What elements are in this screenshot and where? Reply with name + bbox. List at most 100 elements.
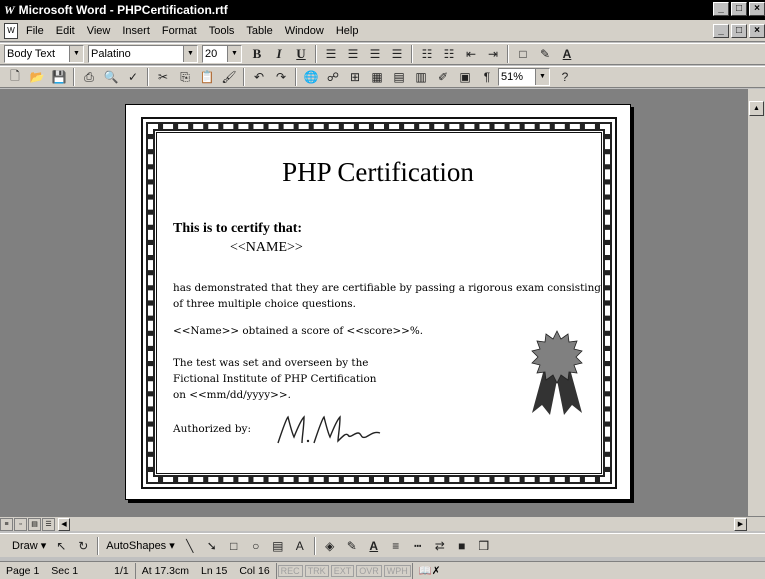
scroll-up-icon[interactable]: ▲	[749, 101, 764, 116]
save-icon[interactable]: 💾	[48, 67, 70, 87]
help-icon[interactable]: ?	[554, 67, 576, 87]
menu-window[interactable]: Window	[279, 25, 330, 37]
doc-close-button[interactable]: ×	[749, 24, 765, 38]
open-icon[interactable]: 📂	[26, 67, 48, 87]
drawing-icon[interactable]: ✐	[432, 67, 454, 87]
print-preview-icon[interactable]: 🔍	[100, 67, 122, 87]
3d-icon[interactable]: ❒	[473, 536, 495, 556]
font-color-icon[interactable]: A	[556, 44, 578, 64]
menu-table[interactable]: Table	[240, 25, 278, 37]
spelling-book-icon[interactable]: 📖✗	[413, 564, 447, 577]
zoom-select[interactable]: 51% ▼	[498, 68, 550, 86]
web-toolbar-icon[interactable]: ☍	[322, 67, 344, 87]
title-bar: W Microsoft Word - PHPCertification.rtf …	[0, 0, 765, 20]
free-rotate-icon[interactable]: ↻	[72, 536, 94, 556]
insert-excel-icon[interactable]: ▤	[388, 67, 410, 87]
arrow-icon[interactable]: ➘	[201, 536, 223, 556]
autoshapes-menu-button[interactable]: AutoShapes ▾	[102, 539, 179, 552]
certificate-title: PHP Certification	[282, 157, 474, 187]
status-rec[interactable]: REC	[277, 564, 303, 577]
document-workspace[interactable]: PHP Certification This is to certify tha…	[0, 89, 747, 516]
decrease-indent-icon[interactable]: ⇤	[460, 44, 482, 64]
status-wph[interactable]: WPH	[383, 564, 411, 577]
bullets-icon[interactable]: ☷	[438, 44, 460, 64]
menu-edit[interactable]: Edit	[50, 25, 81, 37]
menu-view[interactable]: View	[81, 25, 117, 37]
numbering-icon[interactable]: ☷	[416, 44, 438, 64]
spelling-icon[interactable]: ✓	[122, 67, 144, 87]
menu-help[interactable]: Help	[330, 25, 365, 37]
align-right-icon[interactable]: ☰	[364, 44, 386, 64]
close-button[interactable]: ×	[749, 2, 765, 16]
new-document-icon[interactable]: 🗋	[4, 67, 26, 87]
fill-color-icon[interactable]: ◈	[319, 536, 341, 556]
doc-minimize-button[interactable]: _	[713, 24, 729, 38]
line-icon[interactable]: ╲	[179, 536, 201, 556]
italic-button[interactable]: I	[268, 44, 290, 64]
bold-button[interactable]: B	[246, 44, 268, 64]
word-logo-icon: W	[4, 2, 15, 17]
document-icon[interactable]: W	[4, 23, 18, 39]
style-select[interactable]: Body Text ▼	[4, 45, 84, 63]
undo-icon[interactable]: ↶	[248, 67, 270, 87]
document-page[interactable]: PHP Certification This is to certify tha…	[125, 104, 631, 500]
normal-view-icon[interactable]: ≡	[0, 517, 13, 531]
web-layout-icon[interactable]: ▫	[14, 517, 27, 531]
font-select[interactable]: Palatino ▼	[88, 45, 198, 63]
draw-menu-button[interactable]: Draw ▾	[8, 539, 50, 552]
status-ovr[interactable]: OVR	[356, 564, 382, 577]
minimize-button[interactable]: _	[713, 2, 729, 16]
maximize-button[interactable]: □	[731, 2, 747, 16]
font-color-icon[interactable]: A	[363, 536, 385, 556]
document-map-icon[interactable]: ▣	[454, 67, 476, 87]
chevron-down-icon[interactable]: ▼	[227, 46, 241, 62]
insert-table-icon[interactable]: ▦	[366, 67, 388, 87]
menu-file[interactable]: File	[20, 25, 50, 37]
line-style-icon[interactable]: ≡	[385, 536, 407, 556]
columns-icon[interactable]: ▥	[410, 67, 432, 87]
font-size-select[interactable]: 20 ▼	[202, 45, 242, 63]
cut-icon[interactable]: ✂	[152, 67, 174, 87]
chevron-down-icon[interactable]: ▼	[535, 69, 549, 85]
justify-icon[interactable]: ☰	[386, 44, 408, 64]
rectangle-icon[interactable]: □	[223, 536, 245, 556]
text-box-icon[interactable]: ▤	[267, 536, 289, 556]
copy-icon[interactable]: ⎘	[174, 67, 196, 87]
border-icon[interactable]: □	[512, 44, 534, 64]
hyperlink-icon[interactable]: 🌐	[300, 67, 322, 87]
format-painter-icon[interactable]: 🖌	[218, 67, 240, 87]
chevron-down-icon[interactable]: ▼	[69, 46, 83, 62]
increase-indent-icon[interactable]: ⇥	[482, 44, 504, 64]
line-color-icon[interactable]: ✎	[341, 536, 363, 556]
doc-restore-button[interactable]: □	[731, 24, 747, 38]
menu-insert[interactable]: Insert	[116, 25, 156, 37]
underline-button[interactable]: U	[290, 44, 312, 64]
align-left-icon[interactable]: ☰	[320, 44, 342, 64]
show-hide-icon[interactable]: ¶	[476, 67, 498, 87]
select-objects-icon[interactable]: ↖	[50, 536, 72, 556]
arrow-style-icon[interactable]: ⇄	[429, 536, 451, 556]
redo-icon[interactable]: ↷	[270, 67, 292, 87]
shadow-icon[interactable]: ■	[451, 536, 473, 556]
outline-view-icon[interactable]: ☰	[42, 517, 55, 531]
vertical-scrollbar[interactable]: ▲	[747, 89, 765, 516]
wordart-icon[interactable]: A	[289, 536, 311, 556]
paste-icon[interactable]: 📋	[196, 67, 218, 87]
scroll-right-icon[interactable]: ▶	[734, 518, 747, 531]
chevron-down-icon[interactable]: ▼	[183, 46, 197, 62]
align-center-icon[interactable]: ☰	[342, 44, 364, 64]
dash-style-icon[interactable]: ┅	[407, 536, 429, 556]
status-ext[interactable]: EXT	[330, 564, 355, 577]
status-position: At 17.3cm Ln 15 Col 16	[134, 562, 276, 579]
scroll-left-icon[interactable]: ◀	[58, 517, 70, 531]
oval-icon[interactable]: ○	[245, 536, 267, 556]
tables-borders-icon[interactable]: ⊞	[344, 67, 366, 87]
menu-format[interactable]: Format	[156, 25, 203, 37]
horizontal-scrollbar[interactable]: ≡ ▫ ▤ ☰ ◀ ▶	[0, 516, 765, 531]
print-layout-icon[interactable]: ▤	[28, 517, 41, 531]
window-controls: _ □ ×	[713, 2, 765, 16]
print-icon[interactable]: ⎙	[78, 67, 100, 87]
menu-tools[interactable]: Tools	[203, 25, 241, 37]
highlight-icon[interactable]: ✎	[534, 44, 556, 64]
status-trk[interactable]: TRK	[304, 564, 329, 577]
